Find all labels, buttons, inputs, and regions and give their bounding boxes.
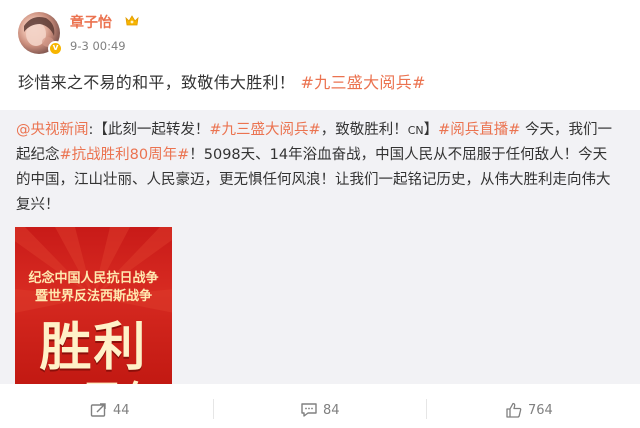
post-text: 珍惜来之不易的和平，致敬伟大胜利！ #九三盛大阅兵# [18, 69, 426, 93]
share-icon [90, 403, 106, 417]
poster-subtitle: 80周年 [15, 369, 172, 384]
post-text-body: 珍惜来之不易的和平，致敬伟大胜利！ [18, 73, 296, 92]
crown-icon[interactable] [124, 13, 140, 29]
hashtag-link[interactable]: #九三盛大阅兵# [301, 73, 426, 92]
repost-text-part: 】 [423, 122, 439, 138]
comment-count: 84 [323, 402, 340, 418]
weibo-post: v 章子怡 9-3 00:49 珍惜来之不易的和平，致敬伟大胜利！ #九三盛大阅… [0, 0, 640, 428]
thumbs-up-icon [506, 402, 522, 418]
divider [426, 399, 427, 419]
verified-icon: v [48, 41, 63, 56]
hashtag-link[interactable]: #九三盛大阅兵# [209, 122, 320, 138]
like-button[interactable]: 764 [505, 400, 553, 420]
comment-button[interactable]: 84 [300, 400, 340, 420]
repost-button[interactable]: 44 [90, 400, 130, 420]
like-count: 764 [528, 402, 553, 418]
cn-badge: CN [407, 124, 424, 137]
hashtag-link[interactable]: #阅兵直播# [438, 122, 520, 138]
repost-source-link[interactable]: @央视新闻 [16, 122, 89, 138]
repost-text-part: :【此刻一起转发！ [88, 122, 210, 138]
hashtag-link[interactable]: #抗战胜利80周年# [60, 147, 190, 163]
avatar[interactable]: v [18, 12, 63, 56]
repost-text-part: ，致敬胜利！ [320, 122, 408, 138]
repost-image[interactable]: 纪念中国人民抗日战争 暨世界反法西斯战争 胜利 80周年 [15, 227, 172, 384]
comment-icon [301, 403, 317, 417]
repost-count: 44 [113, 402, 130, 418]
author-name[interactable]: 章子怡 [70, 12, 112, 32]
post-time[interactable]: 9-3 00:49 [70, 39, 126, 53]
repost-box: @央视新闻:【此刻一起转发！#九三盛大阅兵#，致敬胜利！CN】#阅兵直播# 今天… [0, 110, 640, 384]
action-bar: 44 84 764 [0, 390, 640, 428]
repost-text: @央视新闻:【此刻一起转发！#九三盛大阅兵#，致敬胜利！CN】#阅兵直播# 今天… [16, 118, 620, 218]
poster-line-1: 纪念中国人民抗日战争 [28, 271, 159, 286]
poster-line-2: 暨世界反法西斯战争 [34, 289, 152, 304]
divider [213, 399, 214, 419]
